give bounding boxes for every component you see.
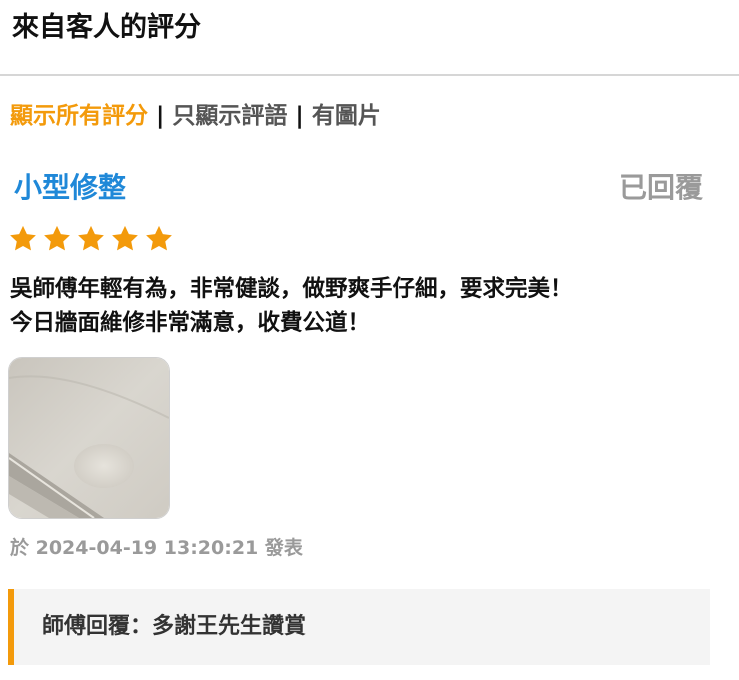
review-comment-line: 今日牆面維修非常滿意，收費公道！: [10, 310, 371, 336]
replied-status-badge: 已回覆: [618, 171, 703, 204]
star-icon: [44, 225, 70, 251]
star-icon: [146, 225, 172, 251]
review-comment: 吳師傅年輕有為，非常健談，做野爽手仔細，要求完美！ 今日牆面維修非常滿意，收費公…: [10, 272, 730, 340]
review-photo-thumbnail[interactable]: [8, 357, 170, 519]
star-icon: [112, 225, 138, 251]
review-service-title: 小型修整: [14, 171, 127, 204]
star-icon: [10, 225, 36, 251]
provider-reply-box: 師傅回覆：多謝王先生讚賞: [8, 589, 710, 665]
star-icon: [78, 225, 104, 251]
filter-separator: |: [156, 103, 165, 129]
filter-all-ratings[interactable]: 顯示所有評分: [10, 99, 148, 133]
review-comment-line: 吳師傅年輕有為，非常健談，做野爽手仔細，要求完美！: [10, 276, 573, 302]
page-title: 來自客人的評分: [12, 12, 201, 43]
star-rating: [8, 224, 174, 254]
review-filter-bar: 顯示所有評分 | 只顯示評語 | 有圖片: [10, 99, 381, 133]
filter-with-photos[interactable]: 有圖片: [312, 99, 381, 133]
page-header: 來自客人的評分: [0, 0, 739, 76]
filter-separator: |: [295, 103, 304, 129]
filter-comments-only[interactable]: 只顯示評語: [172, 99, 287, 133]
provider-reply-text: 師傅回覆：多謝王先生讚賞: [42, 614, 307, 639]
review-timestamp: 於 2024-04-19 13:20:21 發表: [10, 537, 303, 559]
wall-photo: [9, 358, 169, 518]
